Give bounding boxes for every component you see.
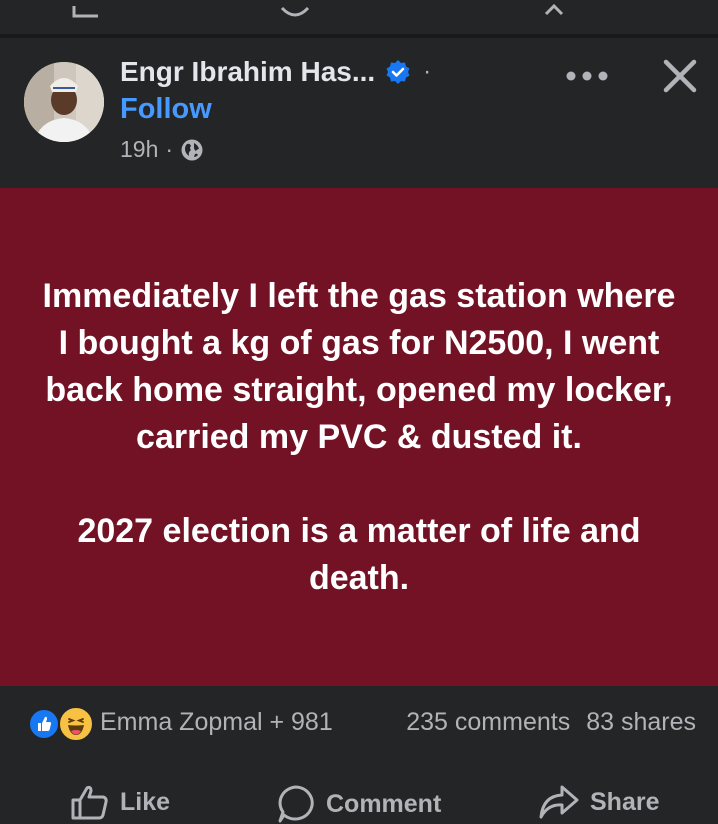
comment-label: Comment <box>326 789 442 818</box>
author-row: Engr Ibrahim Has... · <box>120 56 431 88</box>
close-icon[interactable] <box>660 56 700 96</box>
post-actions: Like Comment Share <box>0 762 718 823</box>
follow-button[interactable]: Follow <box>120 93 212 126</box>
comments-count[interactable]: 235 comments <box>406 708 570 737</box>
post-text: Immediately I left the gas station where… <box>42 276 676 597</box>
comment-icon <box>278 785 314 823</box>
avatar-photo <box>24 62 104 142</box>
previous-post-actions <box>0 0 718 34</box>
post-header: Engr Ibrahim Has... · Follow 19h · <box>0 38 718 188</box>
like-icon[interactable] <box>70 0 104 20</box>
post-content[interactable]: Immediately I left the gas station where… <box>0 188 718 686</box>
name-separator: · <box>423 58 432 85</box>
meta-separator: · <box>165 136 174 162</box>
like-reaction-icon <box>28 708 60 740</box>
reaction-names[interactable]: Emma Zopmal + 981 <box>100 708 333 737</box>
reaction-icons[interactable] <box>28 706 94 742</box>
author-avatar[interactable] <box>24 62 104 142</box>
like-label: Like <box>120 787 171 816</box>
share-label: Share <box>590 787 660 816</box>
comment-icon[interactable] <box>278 0 312 20</box>
more-options-icon[interactable] <box>565 66 609 86</box>
verified-badge-icon <box>386 60 410 84</box>
haha-reaction-icon <box>58 706 94 742</box>
shares-count[interactable]: 83 shares <box>586 708 696 737</box>
author-name[interactable]: Engr Ibrahim Has... <box>120 56 375 88</box>
reactions-summary: Emma Zopmal + 981 235 comments 83 shares <box>0 686 718 762</box>
post-meta: 19h · <box>120 136 204 163</box>
post-time[interactable]: 19h <box>120 136 158 163</box>
engagement-counts: 235 comments 83 shares <box>406 708 696 737</box>
comment-button[interactable]: Comment <box>276 784 441 824</box>
share-icon[interactable] <box>540 0 574 20</box>
globe-icon <box>181 139 203 160</box>
